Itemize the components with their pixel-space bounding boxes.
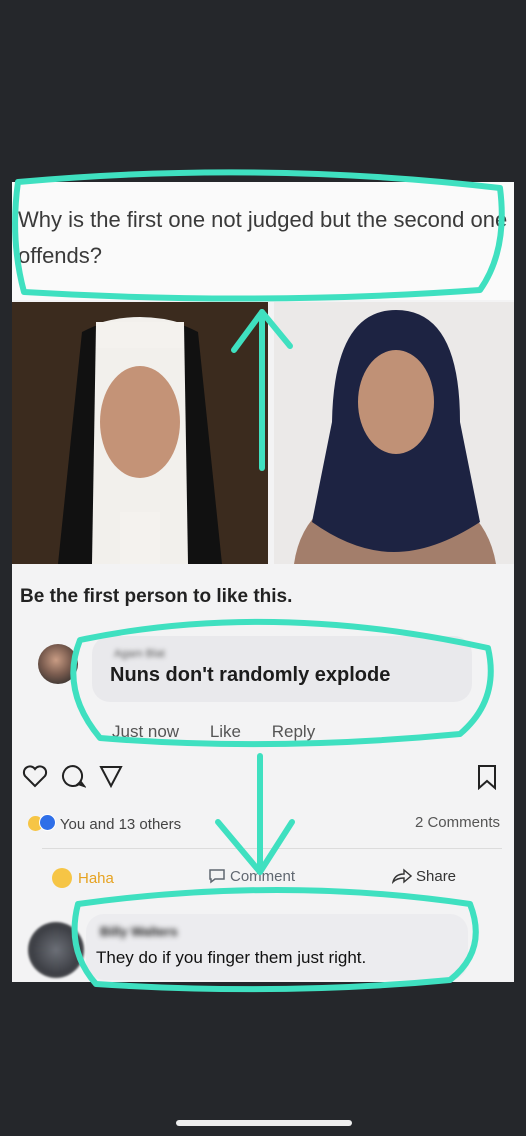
divider xyxy=(42,848,502,849)
post-icon-row xyxy=(22,764,502,794)
comment-author[interactable]: Agam Blat xyxy=(114,648,165,660)
home-indicator[interactable] xyxy=(176,1120,352,1126)
bookmark-icon[interactable] xyxy=(476,764,498,795)
comment-like-link[interactable]: Like xyxy=(210,722,241,741)
haha-label: Haha xyxy=(78,870,114,887)
comment-button[interactable]: Comment xyxy=(208,868,295,885)
reactions-summary[interactable]: You and 13 others xyxy=(28,814,181,833)
post-photos[interactable] xyxy=(12,302,514,564)
screenshot-panel: Why is the first one not judged but the … xyxy=(12,182,514,982)
second-comment-text: They do if you finger them just right. xyxy=(96,948,367,967)
share-button[interactable]: Share xyxy=(391,868,457,885)
post-header: Why is the first one not judged but the … xyxy=(12,182,514,300)
comment-actions: Just now Like Reply xyxy=(112,722,341,742)
post-action-bar: Haha Comment Share xyxy=(12,864,514,894)
comment-icon[interactable] xyxy=(60,764,87,793)
share-arrow-icon xyxy=(391,868,413,885)
comment-bubble: Agam Blat Nuns don't randomly explode xyxy=(92,636,472,702)
second-comment-author[interactable]: Billy Walters xyxy=(100,924,178,939)
likes-prompt: Be the first person to like this. xyxy=(20,586,293,607)
comment-text: Nuns don't randomly explode xyxy=(110,664,391,686)
comment-bubble-icon xyxy=(209,869,225,884)
second-comment-bubble: Billy Walters They do if you finger them… xyxy=(86,914,468,980)
commenter-avatar[interactable] xyxy=(38,644,78,684)
send-icon[interactable] xyxy=(98,764,124,793)
share-label: Share xyxy=(416,868,457,885)
heart-icon[interactable] xyxy=(22,764,48,793)
comment-reply-link[interactable]: Reply xyxy=(272,722,315,741)
comment-label: Comment xyxy=(230,868,296,885)
reactions-text: You and 13 others xyxy=(59,816,182,833)
haha-emoji-icon xyxy=(52,868,72,888)
like-reaction-icon xyxy=(39,814,56,831)
comments-count[interactable]: 2 Comments xyxy=(415,814,500,831)
second-commenter-avatar[interactable] xyxy=(28,922,84,978)
hijab-photo[interactable] xyxy=(274,302,514,564)
post-question: Why is the first one not judged but the … xyxy=(18,207,508,268)
haha-button[interactable]: Haha xyxy=(52,868,114,888)
comment-time: Just now xyxy=(112,722,180,741)
nun-photo[interactable] xyxy=(12,302,268,564)
